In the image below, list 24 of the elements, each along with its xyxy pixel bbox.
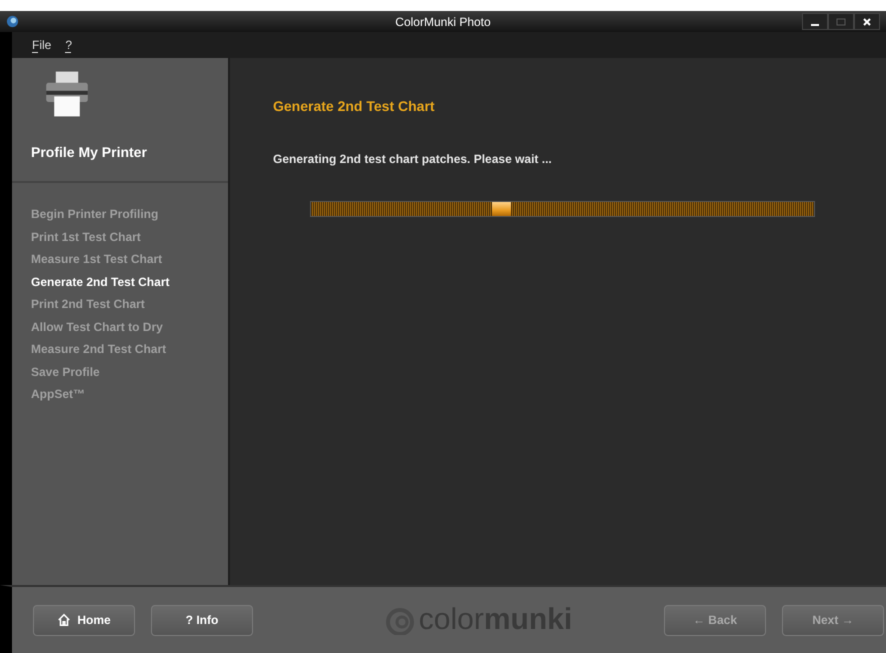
- step-item: Measure 2nd Test Chart: [31, 341, 168, 358]
- close-icon: [862, 16, 872, 26]
- nav-button[interactable]: ? Info: [151, 604, 253, 636]
- nav-button[interactable]: Home: [33, 604, 135, 636]
- minimize-icon: [811, 24, 819, 26]
- step-item: Print 2nd Test Chart: [31, 296, 146, 313]
- sidebar-title: Profile My Printer: [31, 144, 148, 160]
- status-message: Generating 2nd test chart patches. Please wait ...: [273, 152, 553, 166]
- window-title: ColorMunki Photo: [395, 14, 491, 28]
- minimize-button[interactable]: [802, 13, 828, 30]
- home-icon: [57, 613, 72, 627]
- maximize-icon: [836, 16, 846, 26]
- step-item: Measure 1st Test Chart: [31, 251, 164, 268]
- step-item: Allow Test Chart to Dry: [31, 318, 164, 336]
- step-item: Generate 2nd Test Chart: [31, 274, 170, 290]
- step-item: Begin Printer Profiling: [31, 206, 160, 223]
- page-heading: Generate 2nd Test Chart: [273, 98, 436, 114]
- close-button[interactable]: [854, 13, 880, 30]
- menu-item[interactable]: ?: [65, 38, 72, 52]
- app-logo-icon: [6, 15, 19, 28]
- menu-item[interactable]: File: [32, 38, 52, 52]
- step-item: AppSet™: [31, 386, 86, 403]
- step-item: Save Profile: [31, 364, 101, 380]
- step-item: Print 1st Test Chart: [31, 228, 142, 246]
